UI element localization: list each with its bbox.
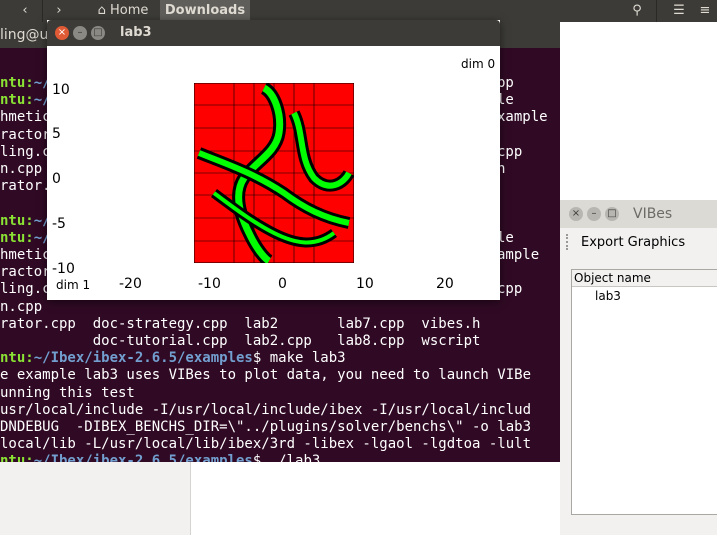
terminal-line: doc-tutorial.cpp lab2.cpp lab8.cpp wscri… bbox=[0, 333, 481, 350]
terminal-line: usr/local/include -I/usr/local/include/i… bbox=[0, 402, 531, 419]
x-tick-label: -20 bbox=[119, 276, 142, 292]
terminal-fragment: ample bbox=[497, 247, 540, 263]
terminal-line: hmetic bbox=[0, 247, 51, 264]
terminal-text: ractor bbox=[0, 264, 51, 281]
terminal-prompt: ntu: bbox=[0, 453, 34, 462]
terminal-title: ling@u bbox=[0, 27, 49, 43]
terminal-line: ntu:~/ bbox=[0, 213, 51, 230]
terminal-text: DNDEBUG -DIBEX_BENCHS_DIR=\"../plugins/s… bbox=[0, 419, 532, 435]
y-tick-label: -5 bbox=[52, 216, 66, 232]
terminal-path: ~/Ibex/ibex-2.6.5/examples bbox=[33, 453, 253, 462]
terminal-text: n.cpp bbox=[0, 161, 43, 177]
terminal-prompt: ntu: bbox=[0, 75, 34, 91]
terminal-prompt: ntu: bbox=[0, 350, 34, 367]
terminal-line: n.cpp bbox=[0, 299, 42, 316]
vibes-title: VIBes bbox=[633, 206, 673, 222]
minimize-icon[interactable]: – bbox=[587, 207, 601, 221]
x-tick-label: 10 bbox=[356, 276, 374, 292]
terminal-text: e example lab3 uses VIBes to plot data, … bbox=[0, 367, 532, 384]
terminal-fragment: xample bbox=[497, 109, 548, 126]
x-tick-label: 20 bbox=[436, 276, 454, 292]
forward-button[interactable]: › bbox=[44, 0, 74, 22]
terminal-text: local/lib -L/usr/local/lib/ibex/3rd -lib… bbox=[0, 436, 532, 453]
home-icon: ⌂ bbox=[97, 3, 106, 18]
lab3-window: × – □ lab3 dim 0 dim 1 10 5 0 -5 -10 -20… bbox=[47, 20, 500, 300]
terminal-prompt: ntu: bbox=[0, 92, 34, 109]
terminal-path: ~/Ibex/ibex-2.6.5/examples bbox=[33, 350, 253, 367]
close-icon[interactable]: × bbox=[569, 207, 583, 221]
dim1-label: dim 1 bbox=[56, 278, 91, 292]
search-icon[interactable]: ⚲ bbox=[622, 0, 652, 22]
menu-icon[interactable]: ≡ bbox=[694, 0, 716, 22]
terminal-line: ractor bbox=[0, 264, 51, 281]
back-button[interactable]: ‹ bbox=[10, 0, 40, 22]
y-tick-label: 10 bbox=[52, 82, 70, 98]
object-name-header[interactable]: Object name bbox=[572, 270, 717, 287]
terminal-text: n.cpp bbox=[0, 298, 43, 315]
maximize-icon[interactable]: □ bbox=[605, 207, 619, 221]
terminal-text: doc-tutorial.cpp lab2.cpp lab8.cpp wscri… bbox=[0, 333, 481, 349]
terminal-line: ntu:~/ bbox=[0, 230, 51, 247]
lab3-titlebar[interactable]: × – □ lab3 bbox=[47, 20, 500, 46]
terminal-text: unning this test bbox=[0, 384, 135, 401]
y-tick-label: -10 bbox=[52, 261, 75, 277]
terminal-fragment: cpp bbox=[497, 281, 523, 298]
terminal-prompt: ntu: bbox=[0, 212, 34, 229]
terminal-line: rator.cpp doc-strategy.cpp lab2 lab7.cpp… bbox=[0, 316, 480, 333]
terminal-line: DNDEBUG -DIBEX_BENCHS_DIR=\"../plugins/s… bbox=[0, 419, 531, 436]
export-graphics-button[interactable]: Export Graphics bbox=[581, 235, 685, 250]
terminal-text: usr/local/include -I/usr/local/include/i… bbox=[0, 401, 532, 418]
terminal-prompt: ntu: bbox=[0, 229, 34, 246]
minimize-icon[interactable]: – bbox=[73, 26, 87, 40]
close-icon[interactable]: × bbox=[55, 26, 69, 40]
x-tick-label: 0 bbox=[278, 276, 287, 292]
tree-item-lab3[interactable]: lab3 bbox=[595, 289, 621, 303]
terminal-text: hmetic bbox=[0, 247, 51, 263]
terminal-text: $ make lab3 bbox=[252, 350, 346, 367]
terminal-line: hmetic bbox=[0, 109, 51, 126]
toolbar-divider bbox=[656, 0, 657, 22]
downloads-label: Downloads bbox=[164, 3, 246, 18]
vibes-window: × – □ VIBes Export Graphics Object name … bbox=[560, 200, 717, 535]
terminal-line: rator. bbox=[0, 178, 51, 195]
terminal-line: ntu:~/ bbox=[0, 92, 51, 109]
maximize-icon[interactable]: □ bbox=[91, 26, 105, 40]
terminal-line: ntu:~/Ibex/ibex-2.6.5/examples$ make lab… bbox=[0, 350, 346, 367]
terminal-line: ling.c bbox=[0, 281, 51, 298]
terminal-line: e example lab3 uses VIBes to plot data, … bbox=[0, 367, 531, 384]
list-view-icon[interactable]: ☰ bbox=[668, 0, 690, 22]
terminal-text: $ ./lab3 bbox=[252, 453, 321, 462]
toolbar-handle bbox=[566, 234, 571, 250]
home-breadcrumb[interactable]: ⌂ Home bbox=[88, 0, 158, 22]
object-tree[interactable]: Object name lab3 bbox=[571, 269, 717, 515]
home-label: Home bbox=[110, 3, 149, 18]
y-tick-label: 5 bbox=[52, 126, 61, 142]
terminal-text: rator.cpp doc-strategy.cpp lab2 lab7.cpp… bbox=[0, 315, 481, 332]
terminal-text: ling.c bbox=[0, 143, 51, 160]
downloads-breadcrumb[interactable]: Downloads bbox=[160, 0, 250, 22]
y-tick-label: 0 bbox=[52, 171, 61, 187]
dim0-label: dim 0 bbox=[461, 57, 496, 71]
terminal-text: hmetic bbox=[0, 109, 51, 126]
lab3-title: lab3 bbox=[120, 25, 152, 40]
terminal-text: ling.c bbox=[0, 281, 51, 298]
terminal-line: n.cpp bbox=[0, 161, 42, 178]
terminal-line: ntu:~/Ibex/ibex-2.6.5/examples$ ./lab3 bbox=[0, 453, 320, 462]
x-tick-label: -10 bbox=[198, 276, 221, 292]
terminal-line: ling.c bbox=[0, 144, 51, 161]
terminal-line: unning this test bbox=[0, 385, 135, 402]
vibes-titlebar[interactable]: × – □ VIBes bbox=[560, 200, 717, 228]
terminal-line: ntu:~/ bbox=[0, 75, 51, 92]
terminal-fragment: cpp bbox=[497, 143, 523, 160]
terminal-line: ractor bbox=[0, 127, 51, 144]
terminal-text: ractor bbox=[0, 126, 51, 143]
toolbar-divider bbox=[42, 0, 43, 22]
paving-plot bbox=[194, 83, 354, 263]
file-manager-toolbar: ‹ › ⌂ Home Downloads ⚲ ☰ ≡ bbox=[0, 0, 717, 22]
terminal-text: rator. bbox=[0, 178, 51, 195]
terminal-line: local/lib -L/usr/local/lib/ibex/3rd -lib… bbox=[0, 436, 531, 453]
